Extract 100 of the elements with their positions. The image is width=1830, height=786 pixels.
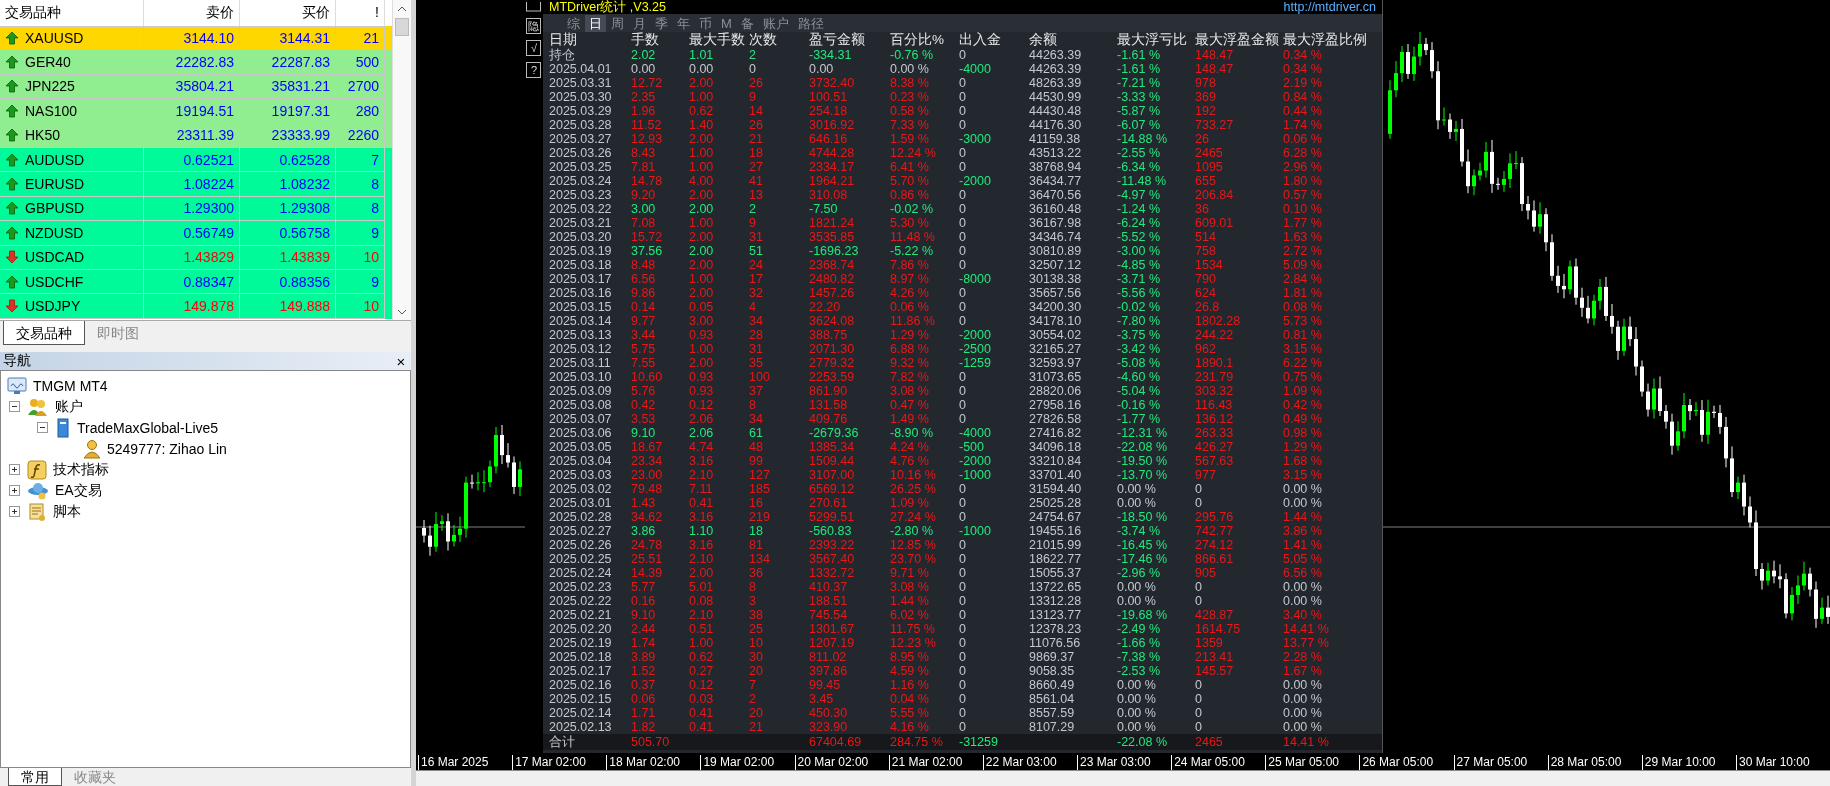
scroll-up-icon[interactable] [397,5,407,12]
table-cell-text: -2679.36 [809,426,860,440]
table-cell-text: 6.88 % [890,342,930,356]
period-tab[interactable]: 币 [695,14,716,32]
table-cell-text: 7.11 [689,482,714,496]
candlestick [440,514,444,532]
quote-row[interactable]: AUDUSD 0.62521 0.62528 7 [0,147,393,173]
table-cell-text: 33701.40 [1029,468,1083,482]
collapse-box-icon[interactable] [8,401,20,412]
period-tab[interactable]: M [717,14,736,32]
table-cell-text: 131.58 [809,398,849,412]
table-cell-text: 0.44 % [1283,104,1323,118]
quote-row[interactable]: HK50 23311.39 23333.99 2260 [0,123,393,148]
table-cell-text: 1.00 [689,636,715,650]
tree-item[interactable]: EA交易 [55,481,102,500]
toolbar-button[interactable]: 隐 [526,18,542,34]
table-cell-text: -560.83 [809,524,853,538]
website-link[interactable]: http://mtdriver.cn [1283,0,1376,14]
tree-item[interactable]: TradeMaxGlobal-Live5 [77,419,219,436]
column-header: 最大浮盈比例 [1283,32,1368,48]
table-cell-text: 0.00 % [1117,720,1157,734]
quote-row[interactable]: GBPUSD 1.29300 1.29308 8 [0,196,393,222]
table-cell-text: -12.31 % [1117,426,1168,440]
table-cell-text: 30554.02 [1029,328,1083,342]
scroll-down-icon[interactable] [397,308,407,315]
period-tab[interactable]: 年 [673,14,694,32]
tree-item[interactable]: 技术指标 [53,460,109,479]
table-cell-text: 0.49 % [1283,412,1323,426]
period-tab[interactable]: 账户 [758,14,793,32]
panel-tab[interactable]: 常用 [8,768,62,786]
expand-box-icon[interactable] [8,485,20,496]
table-cell-text: 5.55 % [890,706,930,720]
table-cell-text: 2465 [1195,146,1224,160]
quote-row[interactable]: EURUSD 1.08224 1.08232 8 [0,172,393,197]
table-cell-text: 8.38 % [890,76,930,90]
collapse-box-icon[interactable] [36,422,48,433]
symbol-label: NZDUSD [25,224,84,241]
date-cell-text: 2025.02.24 [549,566,613,580]
quote-row[interactable]: GER40 22282.83 22287.83 500 [0,50,393,75]
quote-row[interactable]: USDJPY 149.878 149.888 10 [0,294,393,319]
table-cell-text: 8557.59 [1029,706,1076,720]
table-cell-text: 3107.00 [809,468,856,482]
candlestick [1664,404,1668,430]
toolbar-button[interactable]: √ [526,40,542,56]
quote-row[interactable]: USDCHF 0.88347 0.88356 9 [0,269,393,295]
table-cell-text: 0.04 % [890,692,930,706]
quote-row[interactable]: NZDUSD 0.56749 0.56758 9 [0,221,393,246]
table-cell-text: 15.72 [631,230,664,244]
quote-row[interactable]: JPN225 35804.21 35831.21 2700 [0,74,393,100]
toolbar-button[interactable]: ? [526,62,542,78]
period-tab[interactable]: 综 [563,14,584,32]
table-cell-text: 0 [959,678,967,692]
period-tab[interactable]: 日 [585,14,606,32]
table-cell-text: 5.05 % [1283,552,1323,566]
scrollbar[interactable] [392,0,411,320]
table-cell-text: 567.63 [1195,454,1235,468]
table-cell-text: 2 [749,692,757,706]
scrollbar-thumb[interactable] [395,18,409,36]
period-tab[interactable]: 路径 [793,14,828,32]
tree-item[interactable]: 5249777: Zihao Lin [107,440,227,457]
table-cell-text: -1000 [959,524,992,538]
bid-price: 1.43829 [144,245,240,270]
tree-item[interactable]: 账户 [55,397,83,416]
table-cell-text: 136.12 [1195,412,1235,426]
table-cell-text: 21 [749,720,764,734]
close-button[interactable]: × [391,352,411,370]
table-cell-text: 0.47 % [890,398,930,412]
tree-item[interactable]: 脚本 [53,502,81,521]
table-cell-text: 0.34 % [1283,48,1323,62]
table-cell-text: 1359 [1195,636,1224,650]
expand-box-icon[interactable] [8,464,20,475]
table-cell-text: 12.85 % [890,538,937,552]
table-cell-text: 0 [1195,706,1203,720]
table-cell-text: -19.68 % [1117,608,1168,622]
quote-row[interactable]: NAS100 19194.51 19197.31 280 [0,99,393,124]
table-cell-text: 48 [749,440,764,454]
quote-row[interactable]: XAUUSD 3144.10 3144.31 21 [0,26,393,51]
table-cell-text: 0 [959,230,967,244]
table-cell-text: 26.25 % [890,482,937,496]
period-tab[interactable]: 备 [736,14,758,32]
tree-item[interactable]: TMGM MT4 [33,377,108,394]
table-cell-text: 2.00 [689,258,715,272]
table-cell-text: 0.12 [689,398,715,412]
window-icon[interactable] [526,2,542,12]
period-tab[interactable]: 季 [651,14,672,32]
table-cell-text: -7.80 % [1117,314,1162,328]
period-tab[interactable]: 月 [629,14,650,32]
quote-row[interactable]: USDCAD 1.43829 1.43839 10 [0,245,393,270]
candlestick [422,519,426,544]
table-cell-text: 13123.77 [1029,608,1083,622]
table-cell-text: 0.00 % [1283,594,1323,608]
candlestick [518,460,522,497]
table-cell-text: 2.84 % [1283,272,1323,286]
table-cell-text: 0.03 [689,692,715,706]
panel-tab[interactable]: 交易品种 [3,321,85,345]
table-cell-text: 6.28 % [1283,146,1323,160]
expand-box-icon[interactable] [8,506,20,517]
table-cell-text: 609.01 [1195,216,1235,230]
period-tab[interactable]: 周 [607,14,628,32]
table-cell-text: 0 [959,244,967,258]
